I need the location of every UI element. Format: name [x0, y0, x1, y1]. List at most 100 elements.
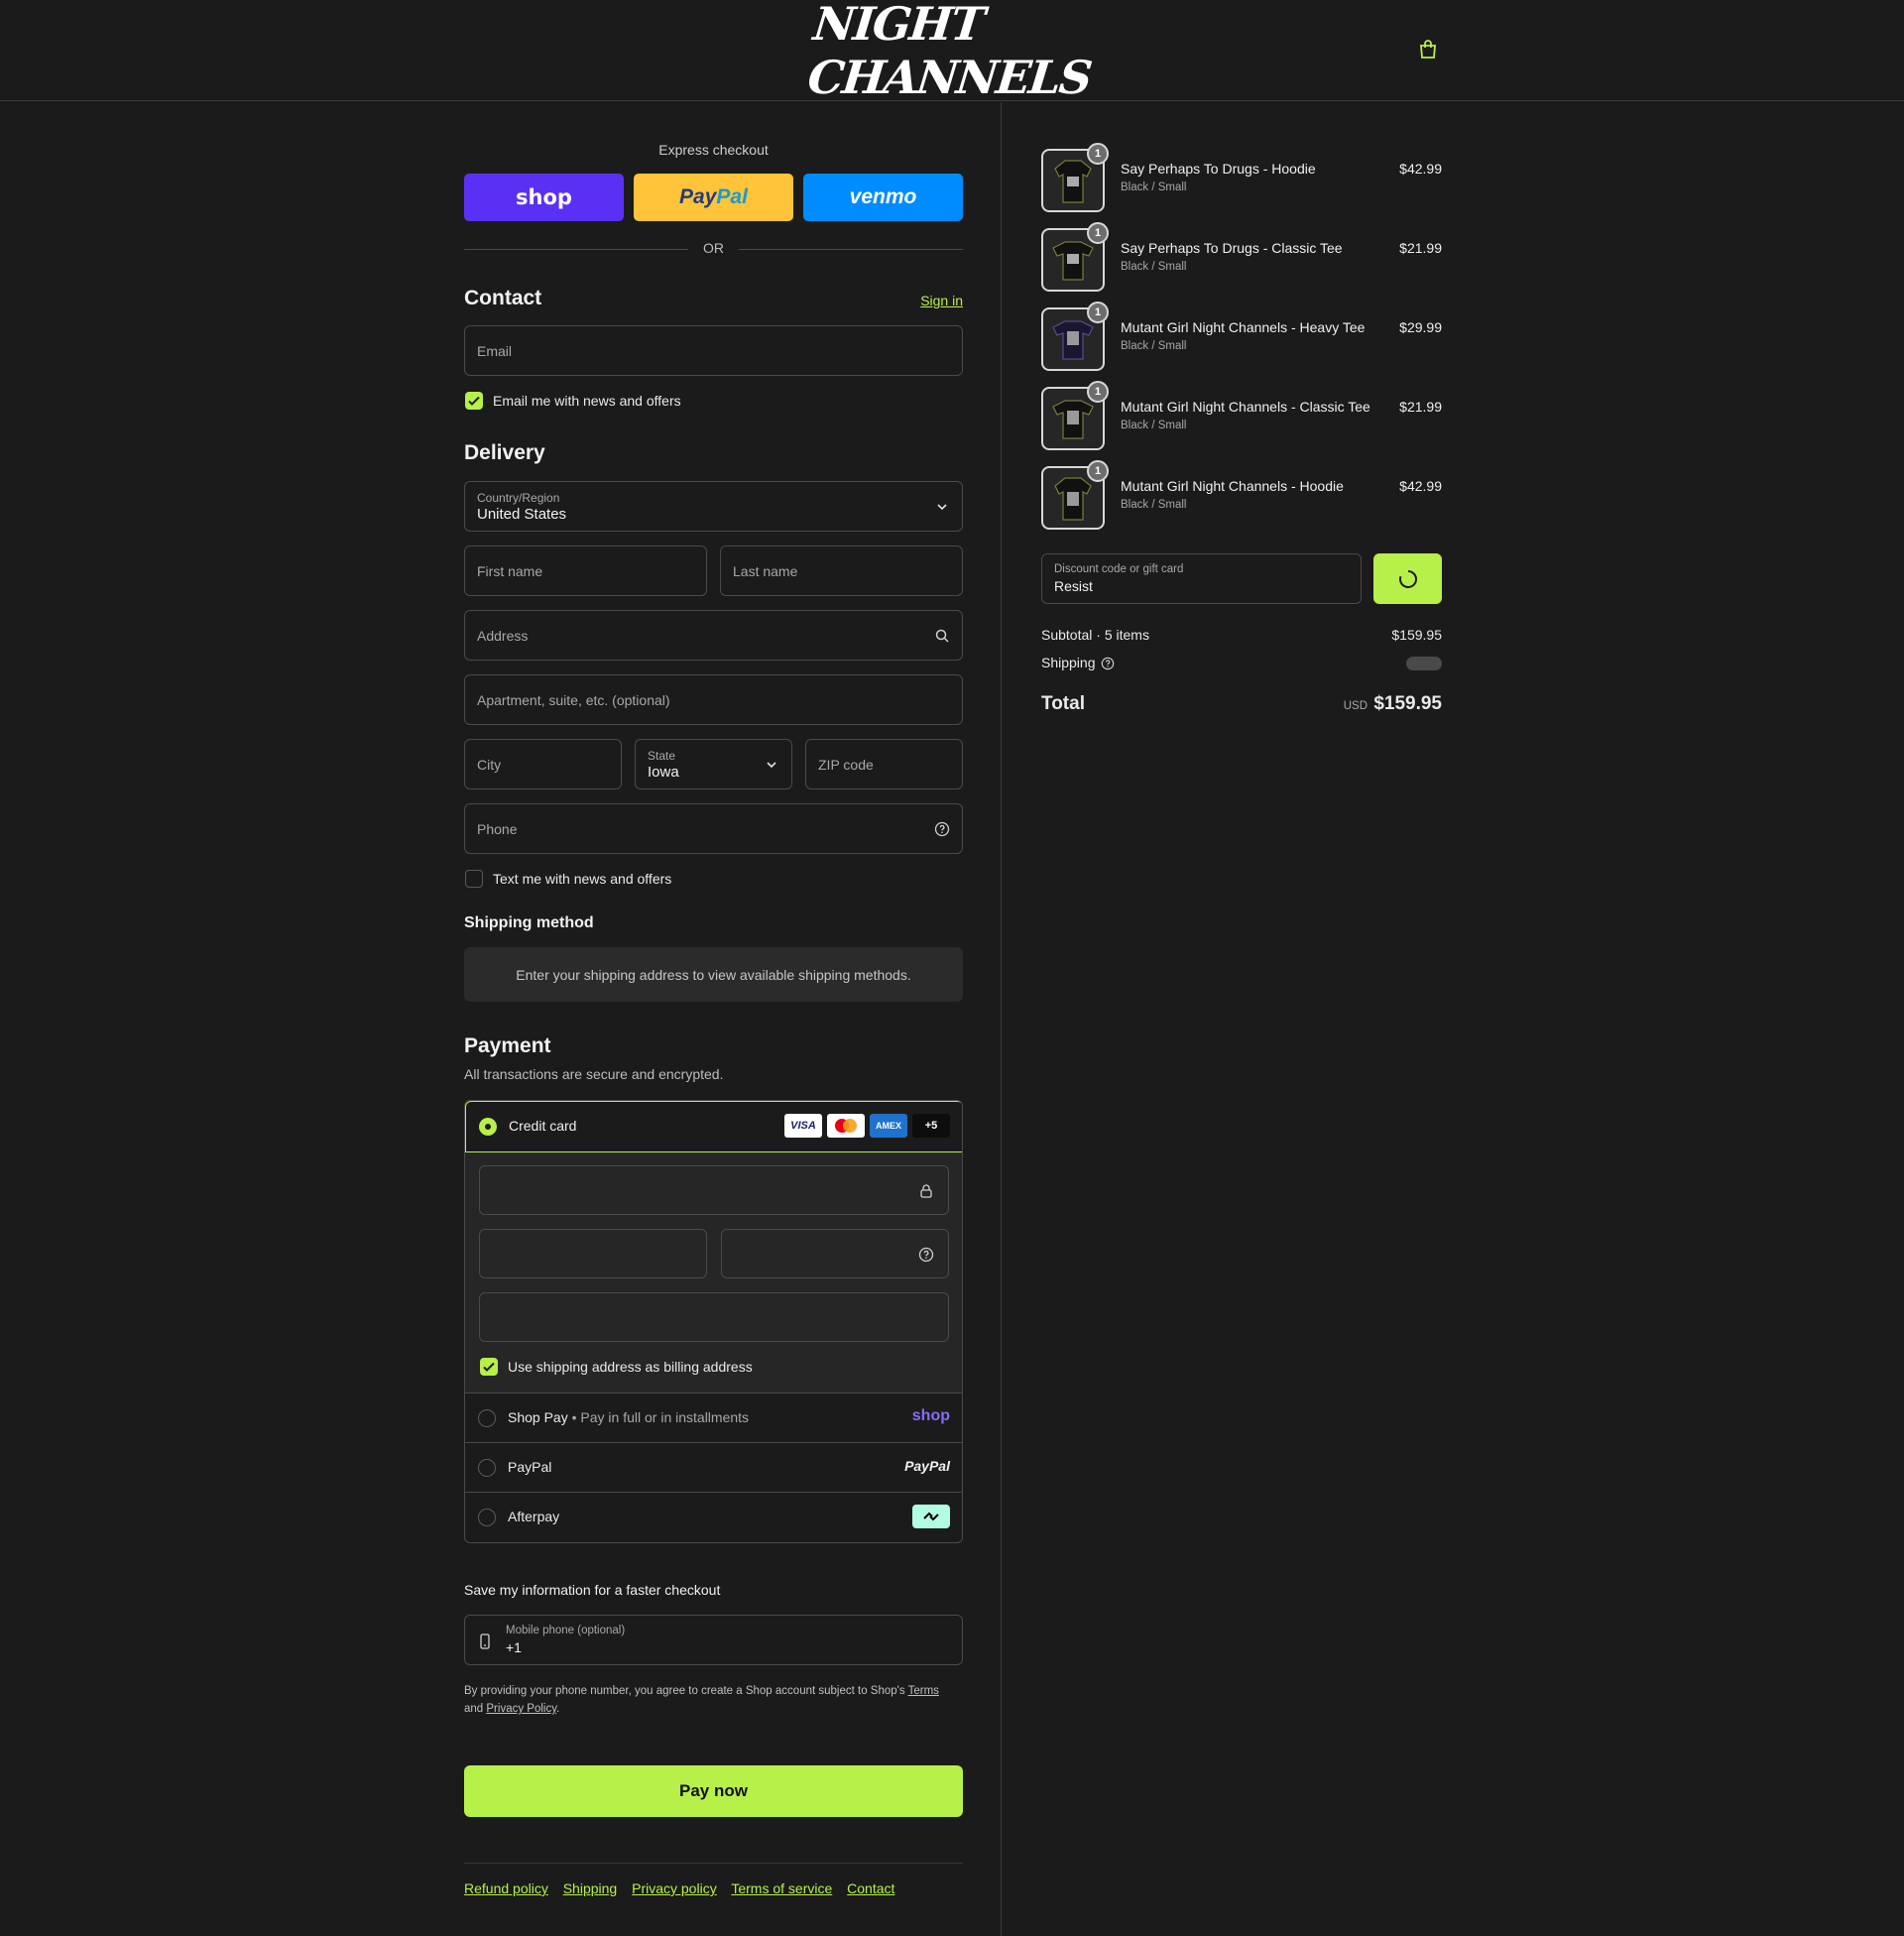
apartment-field[interactable]: Apartment, suite, etc. (optional)	[464, 674, 963, 725]
mobile-phone-label: Mobile phone (optional)	[506, 1625, 626, 1636]
quantity-badge: 1	[1087, 460, 1109, 482]
shop-terms-link[interactable]: Terms	[908, 1685, 939, 1697]
help-icon[interactable]	[934, 821, 950, 837]
refund-policy-link[interactable]: Refund policy	[464, 1880, 548, 1896]
expiration-date-field[interactable]	[479, 1229, 707, 1278]
afterpay-radio[interactable]	[478, 1509, 496, 1526]
state-value: Iowa	[648, 764, 679, 781]
first-name-field[interactable]: First name	[464, 545, 707, 596]
pay-now-button[interactable]: Pay now	[464, 1765, 963, 1817]
store-logo[interactable]: NIGHT CHANNELS	[805, 0, 1093, 104]
shipping-method-heading: Shipping method	[464, 914, 594, 931]
privacy-policy-link[interactable]: Privacy policy	[632, 1880, 717, 1896]
billing-same-checkbox[interactable]	[480, 1358, 498, 1376]
visa-icon: VISA	[784, 1114, 822, 1138]
discount-code-field[interactable]: Discount code or gift card Resist	[1041, 553, 1362, 604]
phone-placeholder: Phone	[477, 820, 518, 837]
amex-icon: AMEX	[870, 1114, 907, 1138]
email-field[interactable]: Email	[464, 325, 963, 376]
discount-label: Discount code or gift card	[1054, 563, 1184, 575]
quantity-badge: 1	[1087, 302, 1109, 323]
order-summary: 1 Say Perhaps To Drugs - Hoodie Black / …	[1001, 102, 1904, 1936]
delivery-heading: Delivery	[464, 441, 545, 464]
city-placeholder: City	[477, 756, 502, 773]
item-price: $21.99	[1399, 399, 1442, 415]
check-icon	[483, 1362, 495, 1372]
shop-logo: shop	[516, 185, 572, 209]
item-name: Mutant Girl Night Channels - Hoodie	[1121, 478, 1344, 494]
shop-pay-radio[interactable]	[478, 1409, 496, 1427]
shipping-row: Shipping	[1041, 655, 1442, 670]
paypal-option[interactable]: PayPal PayPal	[465, 1442, 962, 1492]
chevron-down-icon	[767, 761, 776, 768]
mobile-phone-field[interactable]: Mobile phone (optional) +1	[464, 1615, 963, 1665]
state-label: State	[648, 749, 676, 763]
shipping-policy-link[interactable]: Shipping	[563, 1880, 618, 1896]
paypal-radio[interactable]	[478, 1459, 496, 1477]
item-variant: Black / Small	[1121, 261, 1187, 273]
sign-in-link[interactable]: Sign in	[920, 293, 963, 308]
apply-discount-button[interactable]	[1373, 553, 1442, 604]
card-number-field[interactable]	[479, 1165, 949, 1215]
security-code-field[interactable]	[721, 1229, 949, 1278]
item-price: $21.99	[1399, 240, 1442, 256]
paypal-express-button[interactable]: PayPal	[634, 174, 793, 221]
credit-card-radio[interactable]	[479, 1118, 497, 1136]
email-news-label: Email me with news and offers	[493, 393, 681, 409]
zip-field[interactable]: ZIP code	[805, 739, 963, 789]
loading-spinner-icon	[1398, 569, 1417, 588]
line-item: 1 Mutant Girl Night Channels - Heavy Tee…	[1041, 302, 1442, 371]
name-on-card-field[interactable]	[479, 1292, 949, 1342]
contact-heading: Contact	[464, 287, 542, 309]
afterpay-option[interactable]: Afterpay	[465, 1492, 962, 1541]
venmo-express-button[interactable]: venmo	[803, 174, 963, 221]
shop-pay-option[interactable]: Shop Pay • Pay in full or in installment…	[465, 1392, 962, 1442]
phone-field[interactable]: Phone	[464, 803, 963, 854]
footer-divider	[464, 1863, 963, 1864]
shipping-loading-placeholder	[1406, 657, 1442, 670]
subtotal-value: $159.95	[1391, 627, 1442, 643]
state-select[interactable]: State Iowa	[635, 739, 792, 789]
venmo-logo: venmo	[849, 185, 917, 208]
city-field[interactable]: City	[464, 739, 622, 789]
shop-pay-express-button[interactable]: shop	[464, 174, 624, 221]
payment-heading: Payment	[464, 1034, 551, 1057]
email-news-checkbox[interactable]	[465, 392, 483, 410]
line-item: 1 Mutant Girl Night Channels - Classic T…	[1041, 381, 1442, 450]
text-news-checkbox[interactable]	[465, 870, 483, 888]
subtotal-row: Subtotal · 5 items $159.95	[1041, 627, 1442, 643]
shop-pay-label: Shop Pay • Pay in full or in installment…	[508, 1409, 750, 1425]
first-name-placeholder: First name	[477, 562, 543, 579]
mastercard-icon	[827, 1114, 865, 1138]
shop-privacy-link[interactable]: Privacy Policy	[486, 1703, 556, 1715]
credit-card-option[interactable]: Credit card VISA AMEX +5	[465, 1101, 962, 1152]
quantity-badge: 1	[1087, 222, 1109, 244]
help-icon[interactable]	[918, 1247, 934, 1263]
last-name-field[interactable]: Last name	[720, 545, 963, 596]
legal-text: By providing your phone number, you agre…	[464, 1685, 939, 1715]
afterpay-logo-icon	[912, 1505, 950, 1528]
line-item: 1 Say Perhaps To Drugs - Classic Tee Bla…	[1041, 222, 1442, 292]
total-row: Total USD $159.95	[1041, 693, 1442, 719]
quantity-badge: 1	[1087, 143, 1109, 165]
header: NIGHT CHANNELS	[0, 0, 1904, 104]
zip-placeholder: ZIP code	[818, 756, 874, 773]
address-placeholder: Address	[477, 627, 529, 644]
item-name: Mutant Girl Night Channels - Heavy Tee	[1121, 319, 1366, 335]
address-field[interactable]: Address	[464, 610, 963, 661]
contact-link[interactable]: Contact	[847, 1880, 894, 1896]
paypal-label: PayPal	[508, 1459, 552, 1475]
shopping-bag-icon[interactable]	[1416, 38, 1440, 61]
help-icon[interactable]	[1101, 657, 1115, 670]
chevron-down-icon	[937, 503, 947, 510]
last-name-placeholder: Last name	[733, 562, 798, 579]
line-item: 1 Say Perhaps To Drugs - Hoodie Black / …	[1041, 143, 1442, 212]
line-item: 1 Mutant Girl Night Channels - Hoodie Bl…	[1041, 460, 1442, 530]
lock-icon	[920, 1184, 932, 1198]
country-select[interactable]: Country/Region United States	[464, 481, 963, 532]
subtotal-label: Subtotal · 5 items	[1041, 627, 1149, 643]
terms-of-service-link[interactable]: Terms of service	[731, 1880, 832, 1896]
email-placeholder: Email	[477, 342, 513, 359]
text-news-label: Text me with news and offers	[493, 871, 672, 887]
item-price: $42.99	[1399, 478, 1442, 494]
